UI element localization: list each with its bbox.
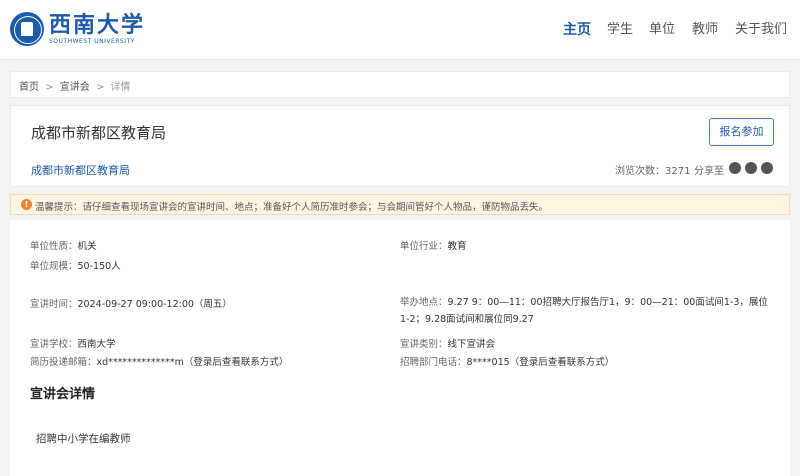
breadcrumb: 首页 > 宣讲会 > 详情	[10, 71, 790, 98]
share-label: 分享至	[694, 166, 724, 177]
section-title: 宣讲会详情	[30, 387, 96, 402]
nav-home[interactable]: 主页	[563, 0, 591, 60]
weibo-share-icon[interactable]	[761, 162, 773, 174]
field-scale: 单位规模：50-150人	[30, 261, 121, 272]
breadcrumb-home[interactable]: 首页	[19, 82, 39, 93]
warning-icon: !	[21, 199, 32, 210]
field-email: 简历投递邮箱：xd**************m（登录后查看联系方式）	[30, 357, 289, 368]
logo-name-en: SOUTHWEST UNIVERSITY	[49, 37, 135, 45]
breadcrumb-separator: >	[95, 82, 105, 93]
field-phone: 招聘部门电话：8****015（登录后查看联系方式）	[400, 357, 615, 368]
field-time: 宣讲时间：2024-09-27 09:00-12:00（周五）	[30, 299, 232, 310]
view-count: 浏览次数：3271	[615, 166, 691, 177]
breadcrumb-current: 详情	[110, 82, 131, 93]
field-school: 宣讲学校：西南大学	[30, 339, 116, 350]
nav-students[interactable]: 学生	[607, 0, 633, 60]
breadcrumb-separator: >	[45, 82, 54, 93]
nav-employers[interactable]: 单位	[649, 0, 675, 60]
notice-bar: ! 温馨提示：请仔细查看现场宣讲会的宣讲时间、地点；准备好个人简历准时参会；与会…	[10, 194, 790, 215]
university-seal-icon	[10, 12, 44, 46]
logo-name-cn: 西南大学	[49, 11, 146, 38]
event-header: 成都市新都区教育局 成都市新都区教育局 报名参加 浏览次数：3271 分享至	[10, 105, 790, 187]
page-title: 成都市新都区教育局	[31, 124, 167, 142]
company-link[interactable]: 成都市新都区教育局	[31, 162, 130, 178]
breadcrumb-talks[interactable]: 宣讲会	[60, 82, 90, 93]
event-details: 单位性质：机关 单位行业：教育 单位规模：50-150人 宣讲时间：2024-0…	[10, 220, 790, 476]
notice-text: 温馨提示：请仔细查看现场宣讲会的宣讲时间、地点；准备好个人简历准时参会；与会期间…	[35, 202, 549, 213]
nav-about[interactable]: 关于我们	[735, 0, 787, 60]
university-logo[interactable]: 西南大学 SOUTHWEST UNIVERSITY	[10, 12, 145, 46]
nav-teachers[interactable]: 教师	[692, 0, 718, 60]
field-type: 宣讲类别：线下宣讲会	[400, 339, 496, 350]
signup-button[interactable]: 报名参加	[709, 118, 774, 146]
field-nature: 单位性质：机关	[30, 241, 97, 252]
field-industry: 单位行业：教育	[400, 241, 467, 252]
qq-share-icon[interactable]	[745, 162, 757, 174]
field-place: 举办地点：9.27 9：00—11：00招聘大厅报告厅1，9：00—21：00面…	[400, 297, 768, 325]
wechat-share-icon[interactable]	[729, 162, 741, 174]
top-navbar: 西南大学 SOUTHWEST UNIVERSITY 主页 学生 单位 教师 关于…	[0, 0, 800, 60]
section-content: 招聘中小学在编教师	[36, 433, 131, 445]
